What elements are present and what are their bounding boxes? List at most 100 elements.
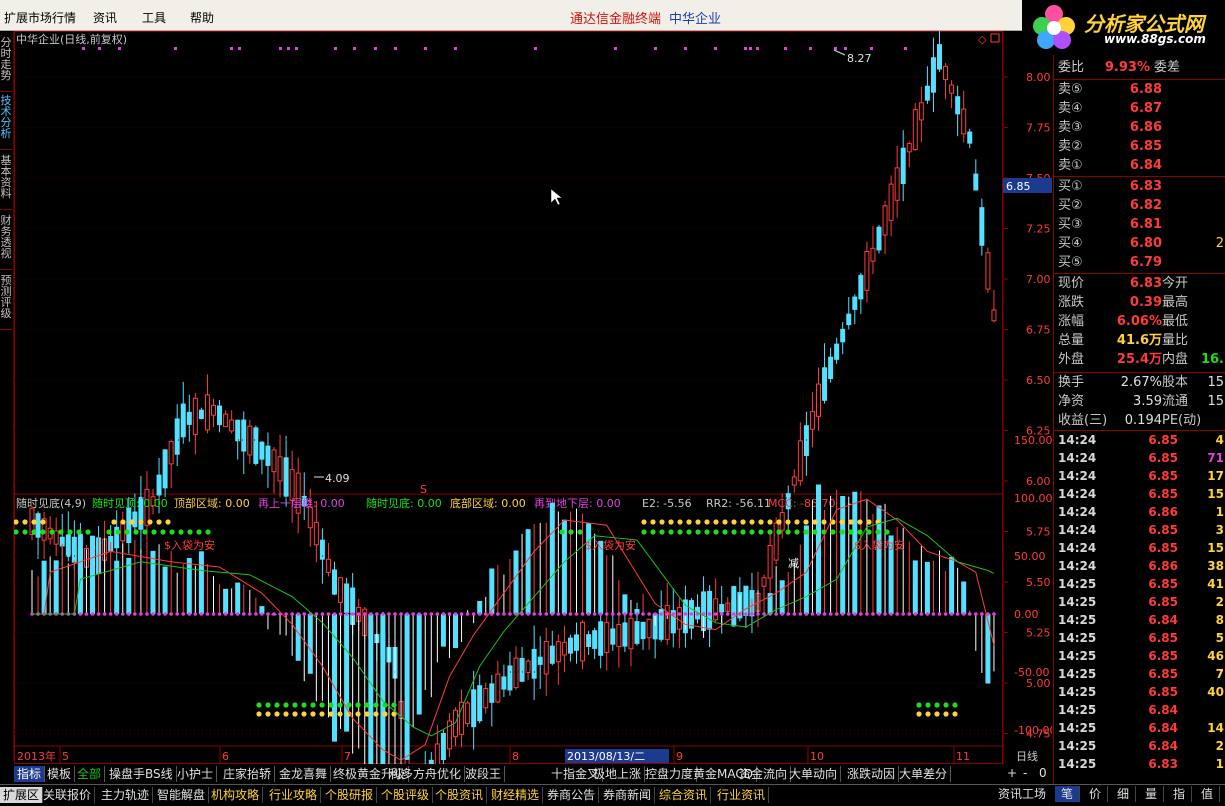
tab-fundamentals[interactable]: 基本资料 (0, 153, 12, 210)
high-price-label: 8.27 (847, 52, 872, 65)
zoom-in-button[interactable]: + (1007, 766, 1017, 780)
candle-up (943, 65, 949, 81)
ask-row[interactable]: 卖⑤ 6.88 (1054, 80, 1225, 99)
candle-down (319, 539, 325, 560)
indicator-tab[interactable]: 极地上涨 (590, 766, 646, 782)
zero-dot (393, 612, 397, 616)
bottom-tab[interactable]: 扩展区 (0, 787, 44, 803)
indicator-tab[interactable]: 大单动向 (786, 766, 842, 782)
menu-tools[interactable]: 工具 (142, 9, 166, 26)
tab-intraday[interactable]: 分时走势 (0, 35, 12, 92)
right-tab[interactable]: 笔 (1055, 786, 1080, 802)
indicator-tab[interactable]: 指标 (14, 766, 46, 782)
x-marker (334, 47, 337, 50)
candle-up (628, 617, 634, 650)
right-tab[interactable]: 细 (1111, 786, 1136, 802)
zero-dot (108, 612, 113, 616)
tick-volume: 38 (1207, 559, 1224, 573)
ask-price: 6.85 (1129, 139, 1162, 154)
info-workshop-button[interactable]: 资讯工场 (998, 786, 1046, 802)
bottom-tab[interactable]: 券商新闻 (600, 787, 656, 803)
signal-dot (328, 711, 334, 717)
indicator-tab[interactable]: 操盘手BS线 (106, 766, 177, 782)
month-label: 8 (512, 750, 519, 763)
bid-row[interactable]: 买② 6.82 (1054, 196, 1225, 215)
indicator-tab[interactable]: 大单差分 (896, 766, 952, 782)
tab-forecast[interactable]: 预测评级 (0, 273, 12, 330)
bottom-tab[interactable]: 财经精选 (488, 787, 544, 803)
period-label[interactable]: 日线 (1016, 749, 1038, 763)
zero-dot (520, 612, 524, 616)
menu-help[interactable]: 帮助 (190, 9, 214, 26)
bottom-tab[interactable]: 机构攻略 (208, 787, 264, 803)
kline-chart[interactable]: 中华企业(日线,前复权) 8.007.757.507.257.006.756.5… (14, 31, 1052, 764)
indicator-tab[interactable]: 利多方舟优化 (386, 766, 466, 782)
indicator-tab[interactable]: 模板 (44, 766, 76, 782)
tab-financials[interactable]: 财务透视 (0, 213, 12, 270)
signal-dot (776, 519, 782, 525)
zero-dot (326, 612, 331, 616)
stat-value: 6.83 (1129, 276, 1162, 291)
ask-row[interactable]: 卖① 6.84 (1054, 156, 1225, 175)
tick-price: 6.84 (1148, 703, 1178, 717)
signal-dot (713, 529, 719, 535)
indicator-tab[interactable]: 资金流向 (736, 766, 792, 782)
zero-dot (120, 612, 125, 616)
bottom-tab[interactable]: 关联报价 (40, 787, 96, 803)
indicator-tab[interactable]: 全部 (74, 766, 106, 782)
indicator-tab[interactable]: 小护士 (174, 766, 218, 782)
zoom-reset-button[interactable]: 0 (1039, 766, 1047, 780)
candle-down (834, 343, 840, 360)
bottom-tab[interactable]: 主力轨迹 (98, 787, 154, 803)
tick-row: 14:25 6.85 2 (1054, 593, 1225, 611)
bottom-tab[interactable]: 智能解盘 (154, 787, 210, 803)
ask-row[interactable]: 卖③ 6.86 (1054, 118, 1225, 137)
bid-row[interactable]: 买④ 6.80 2 (1054, 234, 1225, 253)
bottom-tab[interactable]: 行业攻略 (266, 787, 322, 803)
bottom-tab[interactable]: 个股资讯 (432, 787, 488, 803)
indicator-tab[interactable]: 控盘力度 (642, 766, 698, 782)
bottom-tab[interactable]: 个股研报 (322, 787, 378, 803)
signal-dot (848, 529, 854, 535)
restore-icon[interactable] (990, 33, 1000, 43)
indicator-tab[interactable]: 金龙喜舞 (276, 766, 332, 782)
month-label: 7 (344, 750, 351, 763)
signal-dot (337, 702, 343, 708)
ask-row[interactable]: 卖④ 6.87 (1054, 99, 1225, 118)
right-tab[interactable]: 值 (1195, 786, 1220, 802)
signal-dot (355, 702, 361, 708)
right-tab[interactable]: 量 (1139, 786, 1164, 802)
bottom-tab[interactable]: 综合资讯 (656, 787, 712, 803)
bid-row[interactable]: 买① 6.83 (1054, 177, 1225, 196)
menu-info[interactable]: 资讯 (93, 9, 117, 26)
candle-up (168, 441, 174, 465)
zoom-out-button[interactable]: - (1023, 766, 1027, 780)
bid-price: 6.79 (1129, 255, 1162, 270)
candle-up (495, 673, 501, 703)
month-label: 10 (810, 750, 824, 763)
bid-row[interactable]: 买⑤ 6.79 (1054, 253, 1225, 272)
tab-technical[interactable]: 技术分析 (0, 93, 12, 150)
indicator-tab[interactable]: 涨跌动因 (844, 766, 900, 782)
price-axis: 8.007.757.507.257.006.756.506.256.005.75… (1003, 71, 1051, 741)
right-tab[interactable]: 指 (1167, 786, 1192, 802)
ask-row[interactable]: 卖② 6.85 (1054, 137, 1225, 156)
right-tab[interactable]: 价 (1083, 786, 1108, 802)
tick-row: 14:24 6.86 38 (1054, 557, 1225, 575)
candle-up (325, 558, 331, 573)
bottom-tab[interactable]: 行业资讯 (714, 787, 770, 803)
month-label: 9 (676, 750, 683, 763)
indicator-tab[interactable]: 波段王 (462, 766, 506, 782)
signal-dot (31, 529, 37, 535)
tick-volume: 3 (1215, 523, 1224, 537)
zero-dot (169, 612, 173, 616)
diamond-icon[interactable]: ◇ (978, 33, 987, 46)
zero-dot (756, 612, 760, 616)
bottom-tab[interactable]: 券商公告 (544, 787, 600, 803)
signal-dot (142, 529, 148, 535)
menu-extended-market[interactable]: 扩展市场行情 (4, 9, 76, 26)
indicator-tab[interactable]: 庄家抬轿 (220, 766, 276, 782)
bottom-tab[interactable]: 个股评级 (378, 787, 434, 803)
x-marker (287, 47, 290, 50)
bid-row[interactable]: 买③ 6.81 (1054, 215, 1225, 234)
